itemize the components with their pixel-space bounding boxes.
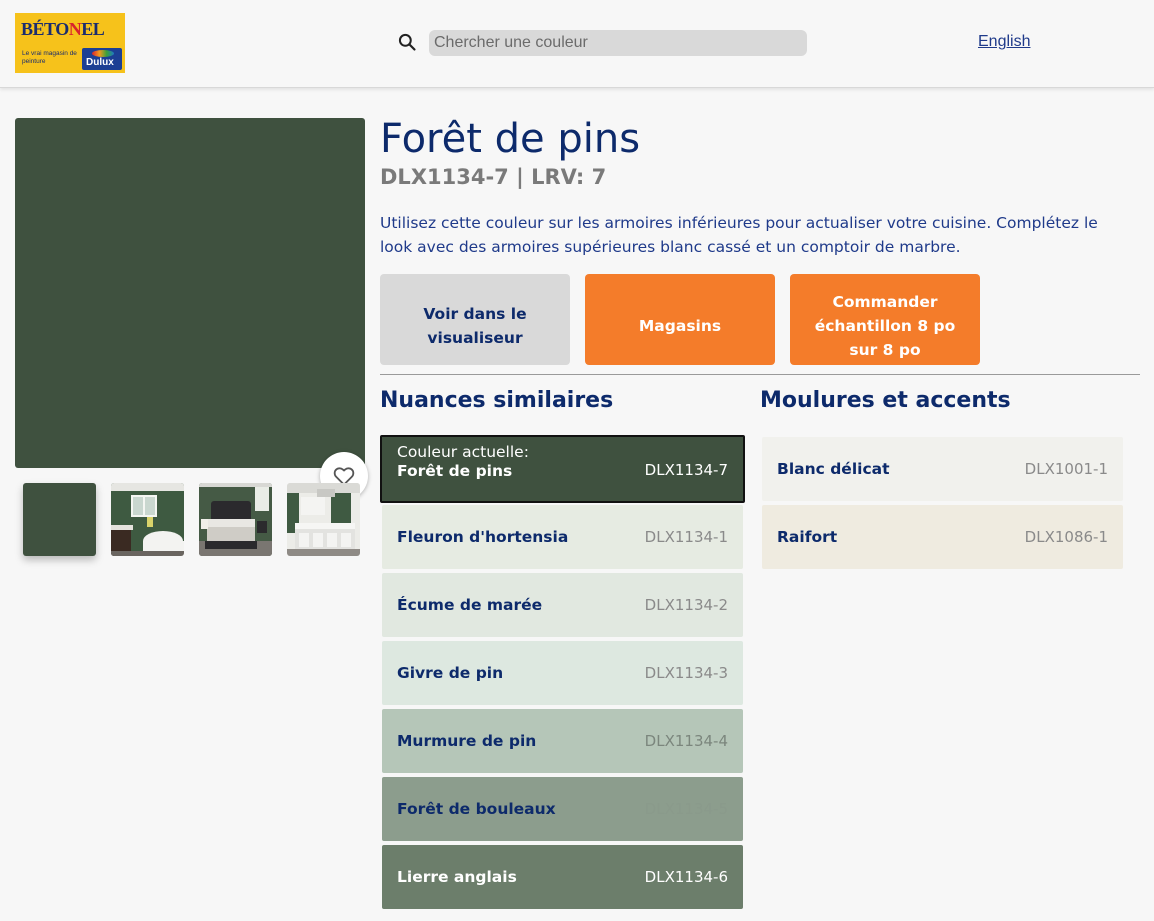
color-code: DLX1134-5 bbox=[644, 800, 728, 818]
color-code: DLX1001-1 bbox=[1024, 460, 1108, 478]
current-color-code: DLX1134-7 bbox=[644, 461, 728, 479]
site-header: BÉTONEL Le vrai magasin de peinture Dulu… bbox=[0, 0, 1154, 88]
kitchen-image bbox=[287, 483, 360, 556]
current-color-label: Couleur actuelle: bbox=[397, 443, 529, 461]
color-swatch-large bbox=[15, 118, 365, 468]
section-divider bbox=[380, 374, 1140, 375]
stores-button[interactable]: Magasins bbox=[585, 274, 775, 365]
similar-color-card[interactable]: Givre de pin DLX1134-3 bbox=[382, 641, 743, 705]
color-name: Raifort bbox=[777, 528, 838, 546]
dulux-logo: Dulux bbox=[82, 48, 122, 70]
color-name: Forêt de bouleaux bbox=[397, 800, 556, 818]
current-color-name: Forêt de pins bbox=[397, 462, 513, 480]
order-sample-button[interactable]: Commander échantillon 8 po sur 8 po bbox=[790, 274, 980, 365]
similar-color-card[interactable]: Forêt de bouleaux DLX1134-5 bbox=[382, 777, 743, 841]
similar-color-card[interactable]: Écume de marée DLX1134-2 bbox=[382, 573, 743, 637]
betonel-logo[interactable]: BÉTONEL Le vrai magasin de peinture Dulu… bbox=[15, 13, 125, 73]
color-name: Fleuron d'hortensia bbox=[397, 528, 569, 546]
logo-brand: BÉTONEL bbox=[21, 19, 105, 39]
color-name: Écume de marée bbox=[397, 596, 543, 614]
trim-accents-heading: Moulures et accents bbox=[760, 388, 1011, 413]
similar-color-card[interactable]: Murmure de pin DLX1134-4 bbox=[382, 709, 743, 773]
trim-color-card[interactable]: Raifort DLX1086-1 bbox=[762, 505, 1123, 569]
similar-shades-heading: Nuances similaires bbox=[380, 388, 614, 413]
view-in-visualizer-button[interactable]: Voir dans le visualiseur bbox=[380, 274, 570, 365]
color-code: DLX1134-1 bbox=[644, 528, 728, 546]
color-code: DLX1134-2 bbox=[644, 596, 728, 614]
logo-tagline: Le vrai magasin de peinture bbox=[22, 50, 77, 65]
similar-color-card[interactable]: Lierre anglais DLX1134-6 bbox=[382, 845, 743, 909]
trim-color-card[interactable]: Blanc délicat DLX1001-1 bbox=[762, 437, 1123, 501]
bedroom-image bbox=[199, 483, 272, 556]
bathroom-image bbox=[111, 483, 184, 556]
color-name: Lierre anglais bbox=[397, 868, 517, 886]
search-input[interactable] bbox=[429, 30, 807, 56]
color-code: DLX1134-4 bbox=[644, 732, 728, 750]
product-title: Forêt de pins bbox=[380, 116, 641, 162]
product-code-lrv: DLX1134-7 | LRV: 7 bbox=[380, 165, 607, 189]
color-code: DLX1086-1 bbox=[1024, 528, 1108, 546]
thumbnail-bathroom[interactable] bbox=[111, 483, 184, 556]
color-name: Blanc délicat bbox=[777, 460, 890, 478]
color-code: DLX1134-6 bbox=[644, 868, 728, 886]
similar-color-card[interactable]: Fleuron d'hortensia DLX1134-1 bbox=[382, 505, 743, 569]
thumbnail-kitchen[interactable] bbox=[287, 483, 360, 556]
color-name: Givre de pin bbox=[397, 664, 504, 682]
language-toggle-link[interactable]: English bbox=[978, 33, 1030, 51]
search-icon[interactable] bbox=[397, 32, 417, 52]
thumbnail-swatch[interactable] bbox=[23, 483, 96, 556]
product-description: Utilisez cette couleur sur les armoires … bbox=[380, 214, 1098, 256]
thumbnail-bedroom[interactable] bbox=[199, 483, 272, 556]
color-code: DLX1134-3 bbox=[644, 664, 728, 682]
current-color-card[interactable]: Couleur actuelle: Forêt de pins DLX1134-… bbox=[380, 435, 745, 503]
color-name: Murmure de pin bbox=[397, 732, 537, 750]
